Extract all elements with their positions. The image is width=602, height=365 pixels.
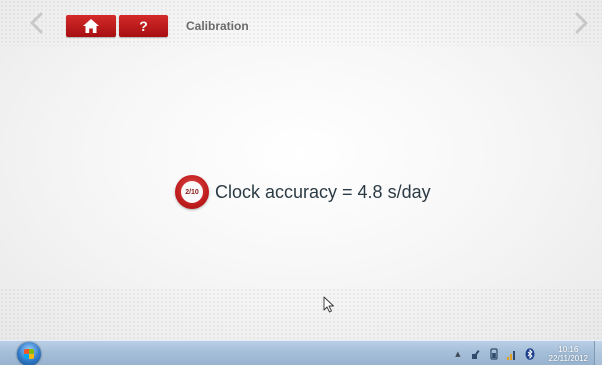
chevron-right-icon <box>575 12 588 34</box>
clock-accuracy-text: Clock accuracy = 4.8 s/day <box>215 181 431 202</box>
bluetooth-icon[interactable] <box>525 347 535 360</box>
battery-icon[interactable] <box>489 347 499 360</box>
network-plug-icon[interactable] <box>471 348 481 360</box>
help-button[interactable]: ? <box>119 15 168 37</box>
home-icon <box>83 19 99 33</box>
previous-button[interactable] <box>28 12 46 34</box>
app-window: ? Calibration 2/10 Clock accuracy = 4.8 … <box>0 0 602 340</box>
system-tray: ▲ 10:16 22/11/2012 <box>455 341 588 365</box>
chevron-left-icon <box>30 12 43 34</box>
taskbar-clock[interactable]: 10:16 22/11/2012 <box>549 345 588 363</box>
show-hidden-icons-icon[interactable]: ▲ <box>455 350 460 358</box>
show-desktop-button[interactable] <box>594 341 602 365</box>
taskbar: ▲ 10:16 22/11/2012 <box>0 340 602 365</box>
step-counter: 2/10 <box>181 181 203 203</box>
start-button[interactable] <box>17 342 41 365</box>
clock-time: 10:16 <box>558 344 579 354</box>
mouse-pointer-icon <box>323 296 334 313</box>
result-message: 2/10 Clock accuracy = 4.8 s/day <box>175 174 431 210</box>
step-badge: 2/10 <box>175 175 209 209</box>
top-toolbar: ? Calibration <box>0 0 602 40</box>
clock-date: 22/11/2012 <box>548 353 588 363</box>
next-button[interactable] <box>572 12 590 34</box>
home-button[interactable] <box>66 15 116 37</box>
signal-strength-icon[interactable] <box>506 348 517 360</box>
page-title: Calibration <box>186 19 249 33</box>
